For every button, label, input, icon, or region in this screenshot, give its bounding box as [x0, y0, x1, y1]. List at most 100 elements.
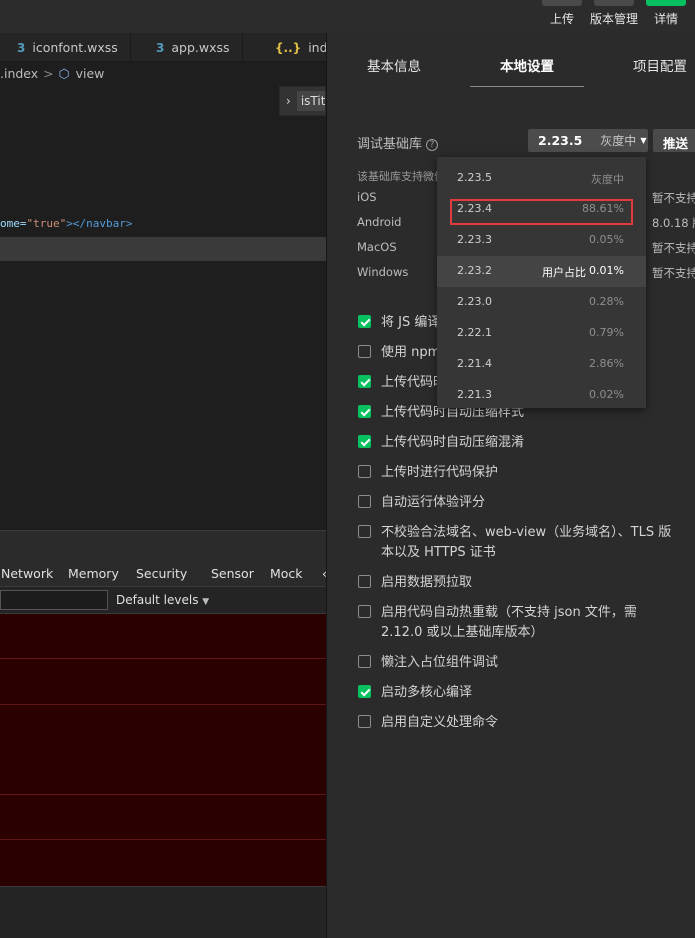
version-icon: [594, 0, 634, 6]
tab-mock[interactable]: Mock: [270, 566, 303, 581]
devtools-footer: [0, 886, 326, 938]
version-dropdown: 2.23.5 灰度中 2.23.4 88.61% 2.23.3 0.05% 2.…: [437, 157, 646, 408]
option-label: 自动运行体验评分: [381, 495, 486, 510]
platform-macos-value: 暂不支持: [652, 241, 695, 255]
option-label: 懒注入占位组件调试: [381, 655, 499, 670]
version-management-label: 版本管理: [589, 12, 638, 26]
option-label: 启用代码自动热重载（不支持 json 文件，需 2.12.0 或以上基础库版本）: [381, 605, 637, 640]
dropdown-version: 2.21.4: [457, 357, 492, 370]
checkbox[interactable]: [358, 575, 371, 588]
dropdown-version: 2.23.3: [457, 233, 492, 246]
filter-input[interactable]: [0, 590, 108, 610]
console-error-row: [0, 795, 326, 840]
code-attr: ome=: [0, 217, 27, 230]
checkbox[interactable]: [358, 345, 371, 358]
code-editor[interactable]: [0, 84, 326, 530]
option-label: 上传代码时自动压缩混淆: [381, 435, 525, 450]
checkbox[interactable]: [358, 605, 371, 618]
platform-ios: iOS: [357, 190, 377, 204]
option-compress-obfuscate[interactable]: 上传代码时自动压缩混淆: [358, 433, 681, 453]
tab-network[interactable]: Network: [1, 566, 53, 581]
checkbox[interactable]: [358, 525, 371, 538]
dropdown-item[interactable]: 2.23.0 0.28%: [437, 287, 646, 318]
push-button[interactable]: 推送: [653, 129, 695, 152]
console-error-row: [0, 659, 326, 705]
code-close-tag: ></navbar>: [66, 217, 133, 230]
option-label: 启用自定义处理命令: [381, 715, 499, 730]
selected-status: 灰度中: [600, 134, 637, 148]
console-error-row: [0, 705, 326, 795]
checkbox[interactable]: [358, 495, 371, 508]
console-output: [0, 614, 326, 886]
platform-android: Android: [357, 215, 402, 229]
dropdown-version: 2.23.0: [457, 295, 492, 308]
tab-sensor[interactable]: Sensor: [211, 566, 254, 581]
option-multi-core[interactable]: 启动多核心编译: [358, 683, 681, 703]
dropdown-share: 0.79%: [589, 326, 624, 339]
upload-label: 上传: [549, 12, 574, 26]
tab-project-config[interactable]: 项目配置: [633, 55, 687, 75]
option-auto-score[interactable]: 自动运行体验评分: [358, 493, 681, 513]
breadcrumb-node[interactable]: view: [76, 66, 105, 81]
tab-basic-info[interactable]: 基本信息: [367, 55, 421, 75]
tab-label: iconfont.wxss: [32, 40, 118, 55]
details-label: 详情: [653, 12, 678, 26]
option-hot-reload[interactable]: 启用代码自动热重载（不支持 json 文件，需 2.12.0 或以上基础库版本）: [358, 603, 681, 643]
dropdown-version: 2.22.1: [457, 326, 492, 339]
dropdown-share: 0.01%: [589, 264, 624, 277]
tab-iconfont-wxss[interactable]: 3 iconfont.wxss: [5, 33, 131, 62]
debug-lib-label: 调试基础库: [357, 137, 423, 152]
checkbox[interactable]: [358, 375, 371, 388]
levels-label: Default levels: [116, 593, 199, 607]
dropdown-item[interactable]: 2.23.2 用户占比 0.01%: [437, 256, 646, 287]
version-management-button[interactable]: 版本管理: [588, 0, 640, 27]
tab-memory[interactable]: Memory: [68, 566, 119, 581]
dropdown-item[interactable]: 2.21.4 2.86%: [437, 349, 646, 380]
outline-toggle[interactable]: › isTit: [279, 86, 326, 116]
levels-dropdown[interactable]: Default levels ▼: [116, 593, 209, 607]
checkbox[interactable]: [358, 715, 371, 728]
option-custom-command[interactable]: 启用自定义处理命令: [358, 713, 681, 733]
annotation-highlight-box: [450, 199, 633, 225]
tab-security[interactable]: Security: [136, 566, 187, 581]
option-label: 启动多核心编译: [381, 685, 473, 700]
debug-lib-row: 调试基础库?: [357, 133, 439, 152]
lib-version-select[interactable]: 2.23.5 灰度中 ▼: [528, 129, 648, 152]
dropdown-version: 2.23.5: [457, 171, 492, 184]
option-code-protect[interactable]: 上传时进行代码保护: [358, 463, 681, 483]
checkbox[interactable]: [358, 655, 371, 668]
option-label: 上传时进行代码保护: [381, 465, 499, 480]
option-label: 不校验合法域名、web-view（业务域名）、TLS 版本以及 HTTPS 证书: [381, 525, 672, 560]
tab-local-settings[interactable]: 本地设置: [500, 55, 554, 75]
dropdown-share: 灰度中: [591, 173, 624, 186]
option-data-prefetch[interactable]: 启用数据预拉取: [358, 573, 681, 593]
details-icon: [646, 0, 686, 6]
selected-version: 2.23.5: [538, 133, 583, 148]
current-line-highlight: [0, 237, 326, 261]
breadcrumb: .index > ⬡ view: [0, 62, 326, 84]
upload-button[interactable]: 上传: [541, 0, 583, 27]
breadcrumb-file[interactable]: .index: [0, 66, 38, 81]
dropdown-item[interactable]: 2.23.3 0.05%: [437, 225, 646, 256]
tab-label: app.wxss: [171, 40, 230, 55]
dropdown-version: 2.23.2: [457, 264, 492, 277]
cube-icon: ⬡: [58, 65, 70, 81]
details-button[interactable]: 详情: [646, 0, 686, 27]
dropdown-version: 2.21.3: [457, 388, 492, 401]
checkbox[interactable]: [358, 465, 371, 478]
dropdown-item[interactable]: 2.23.5 灰度中: [437, 163, 646, 194]
editor-tab-bar: 3 iconfont.wxss 3 app.wxss {..} index: [0, 33, 342, 62]
dropdown-item[interactable]: 2.21.3 0.02%: [437, 380, 646, 408]
checkbox[interactable]: [358, 405, 371, 418]
dropdown-item[interactable]: 2.22.1 0.79%: [437, 318, 646, 349]
help-icon[interactable]: ?: [426, 139, 439, 151]
code-line: ome="true"></navbar>: [0, 217, 132, 230]
option-skip-domain-check[interactable]: 不校验合法域名、web-view（业务域名）、TLS 版本以及 HTTPS 证书: [358, 523, 681, 563]
checkbox[interactable]: [358, 685, 371, 698]
tab-app-wxss[interactable]: 3 app.wxss: [144, 33, 243, 62]
dropdown-share: 0.05%: [589, 233, 624, 246]
checkbox[interactable]: [358, 435, 371, 448]
css-file-icon: 3: [156, 40, 165, 55]
checkbox[interactable]: [358, 315, 371, 328]
option-lazy-inject[interactable]: 懒注入占位组件调试: [358, 653, 681, 673]
